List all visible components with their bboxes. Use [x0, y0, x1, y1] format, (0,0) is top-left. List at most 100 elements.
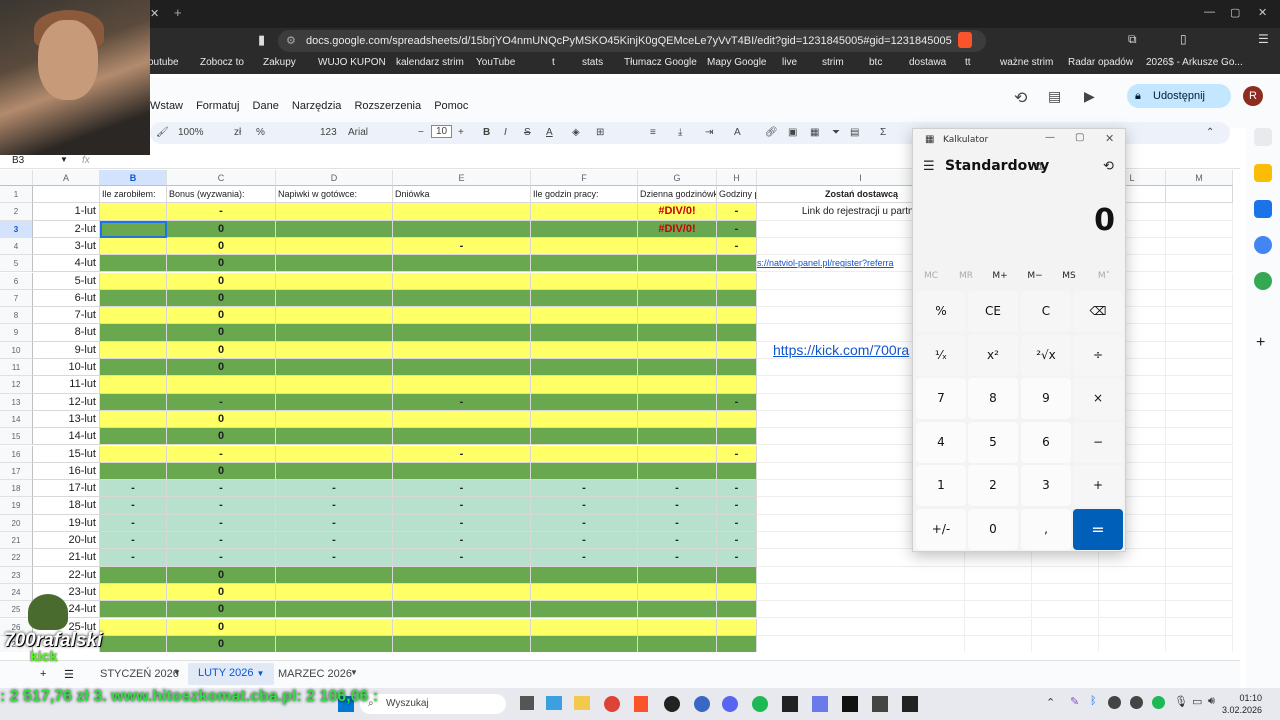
select-all-corner[interactable]: [0, 170, 33, 186]
data-cell[interactable]: -: [638, 480, 717, 498]
x-icon[interactable]: [842, 696, 858, 712]
column-header-g[interactable]: G: [638, 170, 717, 186]
header-cell[interactable]: [1166, 186, 1233, 204]
data-cell[interactable]: [717, 618, 757, 636]
tab-menu-icon[interactable]: ▼: [173, 668, 181, 677]
row-header[interactable]: 15: [0, 428, 33, 446]
menu-extensions[interactable]: Rozszerzenia: [354, 100, 421, 112]
data-cell[interactable]: [638, 376, 717, 394]
data-cell[interactable]: [100, 583, 167, 602]
data-cell[interactable]: -: [100, 549, 167, 567]
calc-key[interactable]: 3: [1021, 465, 1071, 506]
calc-key[interactable]: +/-: [916, 509, 966, 550]
tab-styczen[interactable]: STYCZEŃ 2026: [100, 668, 179, 680]
explorer-icon[interactable]: [574, 696, 590, 710]
close-window-icon[interactable]: ✕: [1258, 6, 1267, 19]
calc-key[interactable]: CE: [968, 291, 1018, 332]
history-icon[interactable]: ⟲: [1014, 88, 1027, 108]
data-cell[interactable]: [276, 237, 393, 256]
memory-button[interactable]: M˅: [1087, 271, 1121, 281]
date-cell[interactable]: 11-lut: [33, 376, 100, 394]
row-header[interactable]: 2: [0, 203, 33, 221]
data-cell[interactable]: [100, 237, 167, 256]
date-cell[interactable]: 18-lut: [33, 497, 100, 515]
data-cell[interactable]: -: [167, 549, 276, 567]
data-cell[interactable]: [393, 307, 531, 325]
empty-cell[interactable]: [1166, 480, 1233, 498]
empty-cell[interactable]: [1032, 601, 1099, 619]
data-cell[interactable]: -: [167, 532, 276, 550]
calc-key[interactable]: =: [1073, 509, 1123, 550]
calc-key[interactable]: 9: [1021, 378, 1071, 419]
functions-icon[interactable]: Σ: [880, 127, 886, 138]
app-icon[interactable]: [782, 696, 798, 712]
calc-key[interactable]: 0: [968, 509, 1018, 550]
data-cell[interactable]: [717, 307, 757, 325]
date-cell[interactable]: 8-lut: [33, 324, 100, 342]
font-size-increase-icon[interactable]: +: [458, 127, 464, 138]
calc-key[interactable]: +: [1073, 465, 1123, 506]
row-header[interactable]: 5: [0, 255, 33, 273]
data-cell[interactable]: [100, 359, 167, 377]
date-cell[interactable]: 20-lut: [33, 532, 100, 550]
empty-cell[interactable]: [1166, 532, 1233, 550]
app-icon[interactable]: [812, 696, 828, 712]
data-cell[interactable]: [638, 307, 717, 325]
data-cell[interactable]: [531, 255, 638, 273]
date-cell[interactable]: 7-lut: [33, 307, 100, 325]
data-cell[interactable]: [393, 359, 531, 377]
extensions-icon[interactable]: ⧉: [1128, 32, 1137, 47]
data-cell[interactable]: [276, 445, 393, 463]
data-cell[interactable]: -: [167, 445, 276, 463]
data-cell[interactable]: [717, 341, 757, 359]
bookmark-item[interactable]: ważne strim: [1000, 57, 1053, 68]
data-cell[interactable]: [393, 289, 531, 308]
calc-key[interactable]: 4: [916, 422, 966, 463]
font-size-decrease-icon[interactable]: −: [418, 127, 424, 138]
calc-key[interactable]: −: [1073, 422, 1123, 463]
data-cell[interactable]: 0: [167, 618, 276, 636]
data-cell[interactable]: -: [100, 532, 167, 550]
data-cell[interactable]: [531, 445, 638, 463]
data-cell[interactable]: [393, 462, 531, 481]
empty-cell[interactable]: [1166, 359, 1233, 377]
meet-icon[interactable]: ▶: [1084, 88, 1095, 105]
data-cell[interactable]: [393, 583, 531, 602]
row-header[interactable]: 12: [0, 376, 33, 394]
empty-cell[interactable]: [965, 566, 1032, 584]
empty-cell[interactable]: [1166, 514, 1233, 532]
chart-icon[interactable]: ▦: [810, 127, 819, 138]
calc-key[interactable]: ¹⁄ₓ: [916, 335, 966, 376]
data-cell[interactable]: -: [717, 393, 757, 411]
memory-button[interactable]: M+: [983, 271, 1017, 281]
tray-chevron-icon[interactable]: ⌃: [1046, 696, 1055, 709]
contacts-icon[interactable]: [1254, 236, 1272, 254]
tray-spotify-icon[interactable]: [1152, 696, 1165, 709]
column-header-h[interactable]: H: [717, 170, 757, 186]
bookmark-item[interactable]: outube: [148, 57, 179, 68]
data-cell[interactable]: [531, 376, 638, 394]
bookmark-icon[interactable]: ▮: [258, 32, 265, 48]
empty-cell[interactable]: [1032, 635, 1099, 652]
data-cell[interactable]: -: [167, 393, 276, 411]
filter-views-icon[interactable]: ▤: [850, 127, 859, 138]
calc-key[interactable]: ²√x: [1021, 335, 1071, 376]
header-cell-f[interactable]: Ile godzin pracy:: [531, 186, 638, 204]
empty-cell[interactable]: [1166, 307, 1233, 325]
data-cell[interactable]: -: [717, 532, 757, 550]
date-cell[interactable]: 21-lut: [33, 549, 100, 567]
data-cell[interactable]: [100, 428, 167, 446]
empty-cell[interactable]: [1166, 566, 1233, 584]
data-cell[interactable]: -: [717, 497, 757, 515]
data-cell[interactable]: 0: [167, 566, 276, 584]
date-cell[interactable]: 15-lut: [33, 445, 100, 463]
data-cell[interactable]: 0: [167, 220, 276, 238]
empty-cell[interactable]: [1032, 566, 1099, 584]
empty-cell[interactable]: [1166, 549, 1233, 567]
empty-cell[interactable]: [1166, 497, 1233, 515]
data-cell[interactable]: [638, 359, 717, 377]
memory-button[interactable]: MR: [949, 271, 983, 281]
volume-icon[interactable]: 🔊︎: [1208, 695, 1215, 708]
data-cell[interactable]: [531, 635, 638, 652]
empty-cell[interactable]: [1166, 255, 1233, 273]
